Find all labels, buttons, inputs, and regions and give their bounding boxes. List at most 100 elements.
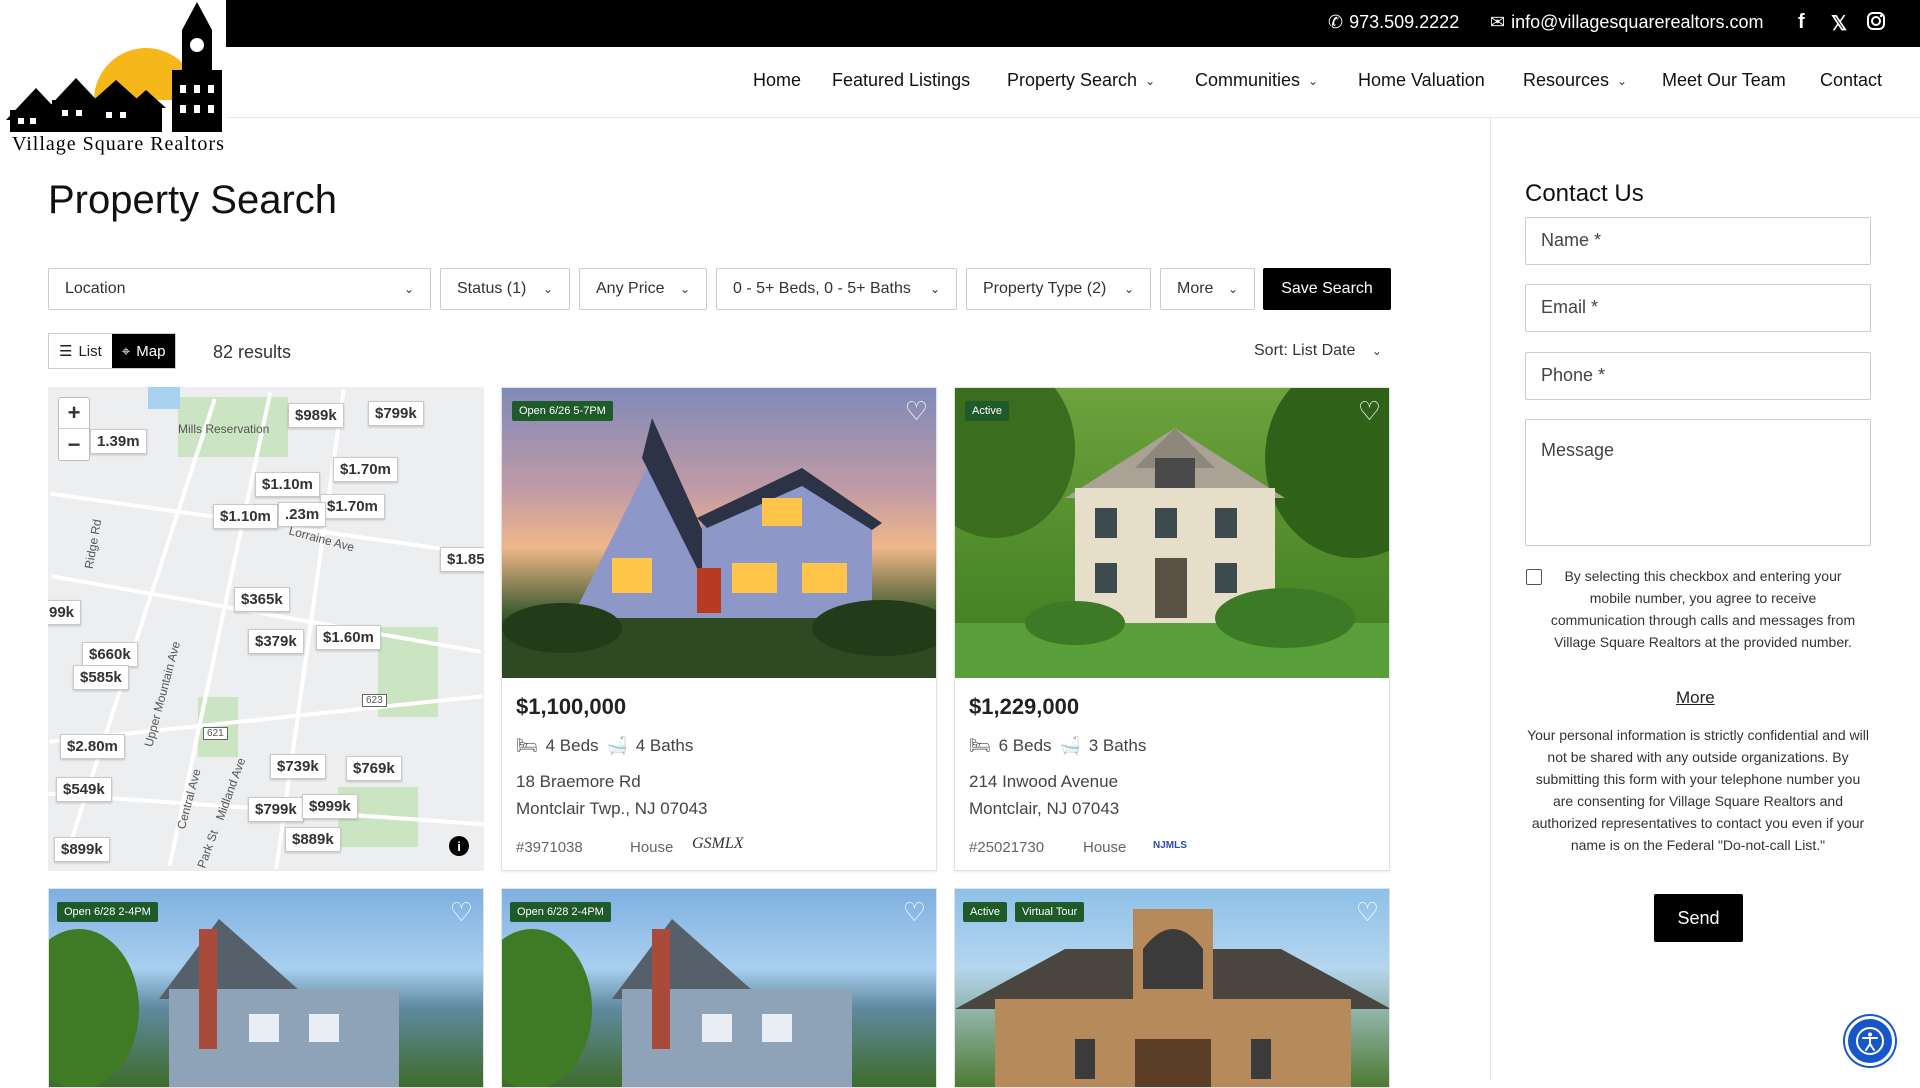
view-toggle: ☰ List ⌖ Map: [48, 333, 177, 369]
bed-icon: 🛏: [969, 736, 991, 755]
map-price-marker[interactable]: $889k: [285, 827, 341, 852]
map-price-marker[interactable]: $999k: [302, 794, 358, 819]
save-search-button[interactable]: Save Search: [1263, 268, 1391, 310]
favorite-heart-icon[interactable]: ♡: [905, 396, 928, 427]
top-bar: ✆ 973.509.2222 ✉ info@villagesquarerealt…: [0, 0, 1920, 47]
name-placeholder: Name *: [1541, 230, 1602, 250]
consent-checkbox[interactable]: [1526, 569, 1542, 585]
mls-source-logo: GSMLX: [692, 835, 744, 852]
house-image: [955, 388, 1389, 678]
nav-home-valuation[interactable]: Home Valuation: [1358, 70, 1485, 91]
map-price-marker[interactable]: $365k: [234, 587, 290, 612]
map-price-marker[interactable]: $1.70m: [320, 494, 385, 519]
info-icon[interactable]: i: [449, 836, 469, 856]
instagram-icon[interactable]: [1866, 11, 1886, 37]
mls-number: #25021730: [969, 839, 1045, 856]
map-price-marker[interactable]: $799k: [248, 797, 304, 822]
map-price-marker[interactable]: 99k: [48, 600, 82, 625]
message-field[interactable]: Message: [1525, 419, 1871, 546]
nav-property-search[interactable]: Property Search ⌄: [1007, 70, 1155, 91]
zoom-in-button[interactable]: +: [59, 398, 89, 429]
nav-contact[interactable]: Contact: [1820, 70, 1882, 91]
map-price-marker[interactable]: $1.85: [440, 547, 484, 572]
baths-count: 3 Baths: [1088, 736, 1147, 755]
phone-link[interactable]: ✆ 973.509.2222: [1328, 12, 1459, 33]
map-price-marker[interactable]: $660k: [82, 642, 138, 667]
accessibility-button[interactable]: [1845, 1016, 1895, 1066]
consent-text: By selecting this checkbox and entering …: [1550, 568, 1856, 650]
more-filter[interactable]: More ⌄: [1160, 268, 1255, 310]
property-type: House: [630, 839, 674, 856]
map-price-marker[interactable]: $549k: [56, 777, 112, 802]
listing-card[interactable]: Open 6/26 5-7PM ♡ $1,100,000 🛏 4 Beds 🛁 4 …: [501, 387, 937, 871]
property-type-filter[interactable]: Property Type (2) ⌄: [966, 268, 1151, 310]
nav-divider: [226, 117, 1920, 118]
nav-featured-listings[interactable]: Featured Listings: [832, 70, 970, 91]
map-label-park: Park St: [194, 828, 221, 870]
map-label-ridge: Ridge Rd: [81, 518, 105, 570]
virtual-tour-badge: Virtual Tour: [1015, 902, 1085, 922]
map-price-marker[interactable]: $585k: [73, 665, 129, 690]
listing-street: 214 Inwood Avenue: [969, 772, 1119, 791]
status-filter[interactable]: Status (1) ⌄: [440, 268, 570, 310]
results-count: 82 results: [213, 342, 292, 362]
map-price-marker[interactable]: $769k: [346, 756, 402, 781]
map-price-marker[interactable]: $2.80m: [60, 734, 125, 759]
map-price-marker[interactable]: $1.10m: [213, 504, 278, 529]
map-label-central: Central Ave: [174, 767, 204, 831]
email-field[interactable]: Email *: [1525, 284, 1871, 332]
map-price-marker[interactable]: $989k: [288, 403, 344, 428]
chevron-down-icon: ⌄: [1145, 73, 1156, 88]
nav-label: Property Search: [1007, 70, 1138, 90]
map-view-button[interactable]: ⌖ Map: [111, 334, 176, 368]
favorite-heart-icon[interactable]: ♡: [1358, 396, 1381, 427]
more-link[interactable]: More: [1676, 688, 1715, 708]
chevron-down-icon: ⌄: [929, 282, 940, 296]
map-price-marker[interactable]: 1.39m: [90, 429, 147, 454]
map-label-mills: Mills Reservation: [178, 422, 270, 436]
phone-number: 973.509.2222: [1349, 12, 1460, 32]
map-price-marker[interactable]: $1.10m: [255, 472, 320, 497]
map-pin-icon: ⌖: [121, 342, 131, 360]
name-field[interactable]: Name *: [1525, 217, 1871, 265]
favorite-heart-icon[interactable]: ♡: [903, 897, 926, 928]
map-price-marker[interactable]: $799k: [368, 401, 424, 426]
send-button[interactable]: Send: [1654, 894, 1743, 942]
zoom-out-button[interactable]: −: [59, 429, 89, 460]
listing-photo[interactable]: Open 6/26 5-7PM ♡: [502, 388, 936, 678]
map-zoom-control: + −: [58, 397, 90, 461]
map-price-marker[interactable]: $899k: [54, 837, 110, 862]
listing-city: Montclair Twp., NJ 07043: [516, 799, 708, 818]
phone-icon: ✆: [1328, 12, 1344, 32]
nav-communities[interactable]: Communities ⌄: [1195, 70, 1318, 91]
open-house-badge: Open 6/28 2-4PM: [57, 902, 158, 922]
nav-meet-our-team[interactable]: Meet Our Team: [1662, 70, 1786, 91]
listing-photo[interactable]: Active ♡: [955, 388, 1389, 678]
map-price-marker[interactable]: $739k: [270, 754, 326, 779]
favorite-heart-icon[interactable]: ♡: [450, 897, 473, 928]
x-icon[interactable]: 𝕏: [1831, 11, 1847, 36]
listing-card[interactable]: Open 6/28 2-4PM ♡: [48, 888, 484, 1088]
beds-baths-label: 0 - 5+ Beds, 0 - 5+ Baths: [733, 280, 911, 297]
location-select[interactable]: Location ⌄: [48, 268, 431, 310]
phone-field[interactable]: Phone *: [1525, 352, 1871, 400]
nav-home[interactable]: Home: [753, 70, 801, 91]
map-price-marker[interactable]: $1.60m: [316, 625, 381, 650]
beds-baths-filter[interactable]: 0 - 5+ Beds, 0 - 5+ Baths ⌄: [716, 268, 957, 310]
nav-resources[interactable]: Resources ⌄: [1523, 70, 1627, 91]
map-price-marker[interactable]: $379k: [248, 629, 304, 654]
listing-card[interactable]: Active ♡ $1,229,000 🛏 6 Beds 🛁 3 Baths 214…: [954, 387, 1390, 871]
listing-card[interactable]: Active Virtual Tour ♡: [954, 888, 1390, 1088]
listings-map[interactable]: Mills Reservation Lorraine Ave Ridge Rd …: [48, 387, 484, 871]
facebook-icon[interactable]: f: [1798, 11, 1805, 34]
map-price-marker[interactable]: .23m: [278, 502, 327, 527]
listing-card[interactable]: Open 6/28 2-4PM ♡: [501, 888, 937, 1088]
map-price-marker[interactable]: $1.70m: [333, 457, 398, 482]
price-filter[interactable]: Any Price ⌄: [579, 268, 707, 310]
logo[interactable]: Village Square Realtors: [0, 0, 226, 158]
favorite-heart-icon[interactable]: ♡: [1356, 897, 1379, 928]
list-view-button[interactable]: ☰ List: [49, 334, 112, 368]
sort-select[interactable]: Sort: List Date ⌄: [1254, 342, 1382, 360]
email-link[interactable]: ✉ info@villagesquarerealtors.com: [1490, 12, 1763, 33]
status-label: Status (1): [457, 280, 527, 297]
